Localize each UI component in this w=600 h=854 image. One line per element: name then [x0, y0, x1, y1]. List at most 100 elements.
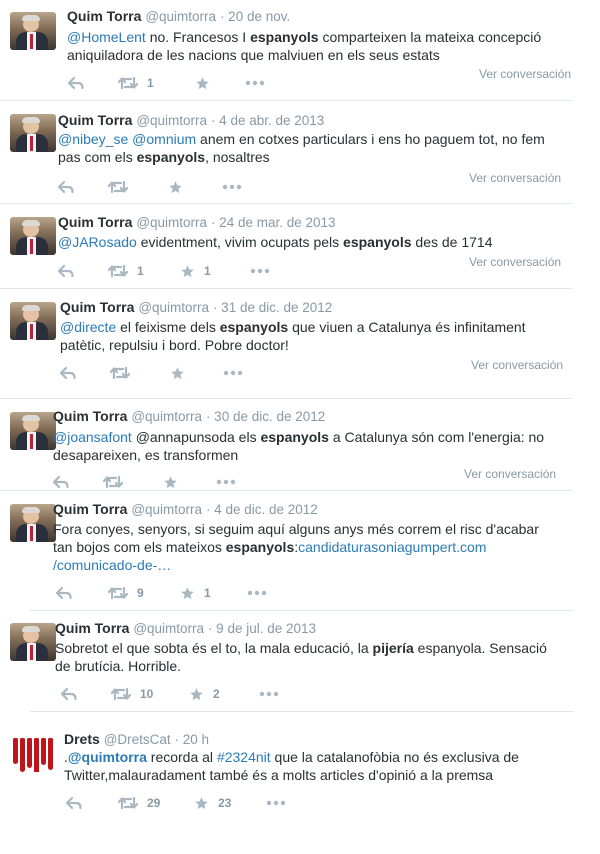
author-handle[interactable]: @quimtorra	[131, 502, 202, 517]
more-button[interactable]	[216, 473, 236, 491]
author-name[interactable]: Quim Torra	[60, 299, 134, 315]
avatar[interactable]	[10, 734, 56, 772]
retweet-button[interactable]	[110, 364, 139, 382]
avatar[interactable]	[10, 12, 56, 50]
star-icon	[163, 475, 178, 490]
author-name[interactable]: Quim Torra	[55, 620, 129, 636]
reply-button[interactable]	[68, 74, 84, 92]
author-handle[interactable]: @quimtorra	[136, 113, 207, 128]
tweet-link[interactable]: #2324nit	[217, 749, 271, 765]
favorite-button[interactable]	[163, 473, 187, 491]
avatar[interactable]	[10, 412, 56, 450]
tweet-text: @joansafont @annapunsoda els espanyols a…	[53, 428, 553, 464]
reply-button[interactable]	[60, 364, 76, 382]
author-handle[interactable]: @quimtorra	[133, 621, 204, 636]
reply-button[interactable]	[53, 473, 69, 491]
retweet-button[interactable]: 9	[108, 584, 144, 602]
author-name[interactable]: Quim Torra	[67, 8, 141, 24]
retweet-button[interactable]: 1	[118, 74, 154, 92]
retweet-button[interactable]: 29	[118, 794, 160, 812]
tweet-date[interactable]: · 20 de nov.	[220, 9, 290, 24]
text-segment: des de 1714	[411, 234, 493, 250]
tweet-date[interactable]: · 31 de dic. de 2012	[213, 300, 332, 315]
author-handle[interactable]: @quimtorra	[145, 9, 216, 24]
star-icon	[194, 796, 209, 811]
author-name[interactable]: Drets	[64, 731, 100, 747]
avatar[interactable]	[10, 623, 56, 661]
tweet-link[interactable]: @nibey_se	[58, 131, 128, 147]
author-handle[interactable]: @DretsCat	[104, 732, 171, 747]
retweet-icon	[108, 180, 128, 194]
more-button[interactable]	[250, 262, 270, 280]
more-button[interactable]	[223, 364, 243, 382]
view-conversation-link[interactable]: Ver conversación	[471, 358, 563, 372]
author-name[interactable]: Quim Torra	[53, 408, 127, 424]
retweet-button[interactable]: 1	[108, 262, 144, 280]
retweet-button[interactable]	[108, 178, 137, 196]
tweet-header: Quim Torra @quimtorra · 24 de mar. de 20…	[58, 214, 336, 230]
more-button[interactable]	[259, 685, 279, 703]
text-segment: no. Francesos I	[145, 29, 251, 45]
tweet-date[interactable]: · 30 de dic. de 2012	[206, 409, 325, 424]
more-dots-icon	[216, 479, 236, 485]
tweet-header: Quim Torra @quimtorra · 30 de dic. de 20…	[53, 408, 325, 424]
tweet-date[interactable]: · 20 h	[175, 732, 210, 747]
tweet-date[interactable]: · 4 de dic. de 2012	[206, 502, 318, 517]
author-handle[interactable]: @quimtorra	[136, 215, 207, 230]
retweet-button[interactable]	[103, 473, 132, 491]
favorite-button[interactable]	[195, 74, 219, 92]
favorite-button[interactable]: 1	[180, 584, 211, 602]
view-conversation-link[interactable]: Ver conversación	[469, 171, 561, 185]
tweet-header: Quim Torra @quimtorra · 4 de abr. de 201…	[58, 112, 324, 128]
view-conversation-link[interactable]: Ver conversación	[464, 467, 556, 481]
reply-icon	[68, 76, 84, 90]
retweet-count: 29	[147, 796, 161, 810]
tweet-divider	[0, 398, 572, 399]
more-button[interactable]	[222, 178, 242, 196]
tweet-date[interactable]: · 9 de jul. de 2013	[208, 621, 316, 636]
author-handle[interactable]: @quimtorra	[131, 409, 202, 424]
more-button[interactable]	[266, 794, 286, 812]
reply-button[interactable]	[56, 584, 72, 602]
reply-button[interactable]	[58, 178, 74, 196]
tweet-link[interactable]: @directe	[60, 319, 116, 335]
favorite-button[interactable]: 23	[194, 794, 231, 812]
reply-icon	[60, 366, 76, 380]
avatar-hair	[22, 415, 40, 421]
reply-button[interactable]	[58, 262, 74, 280]
more-dots-icon	[222, 184, 242, 190]
reply-button[interactable]	[66, 794, 82, 812]
logo-drip	[27, 738, 32, 768]
favorite-button[interactable]	[168, 178, 192, 196]
tweet-header: Drets @DretsCat · 20 h	[64, 731, 209, 747]
tweet-link[interactable]: @JARosado	[58, 234, 137, 250]
more-button[interactable]	[245, 74, 265, 92]
tweet-mention[interactable]: @quimtorra	[68, 749, 147, 765]
author-name[interactable]: Quim Torra	[58, 214, 132, 230]
tweet-actions: 29 23	[0, 794, 600, 812]
tweet-link[interactable]: @joansafont	[53, 429, 132, 445]
star-icon	[189, 687, 204, 702]
author-handle[interactable]: @quimtorra	[138, 300, 209, 315]
avatar[interactable]	[10, 302, 56, 340]
avatar[interactable]	[10, 114, 56, 152]
author-name[interactable]: Quim Torra	[58, 112, 132, 128]
tweet-text: @JARosado evidentment, vivim ocupats pel…	[58, 233, 558, 251]
favorite-button[interactable]: 1	[180, 262, 211, 280]
view-conversation-link[interactable]: Ver conversación	[469, 255, 561, 269]
favorite-button[interactable]	[170, 364, 194, 382]
tweet-link[interactable]: @omnium	[132, 131, 196, 147]
tweet-date[interactable]: · 24 de mar. de 2013	[211, 215, 336, 230]
reply-button[interactable]	[61, 685, 77, 703]
favorite-count: 1	[204, 264, 211, 278]
reply-icon	[66, 796, 82, 810]
view-conversation-link[interactable]: Ver conversación	[479, 67, 571, 81]
retweet-button[interactable]: 10	[111, 685, 153, 703]
avatar[interactable]	[10, 217, 56, 255]
author-name[interactable]: Quim Torra	[53, 501, 127, 517]
tweet-date[interactable]: · 4 de abr. de 2013	[211, 113, 324, 128]
tweet-link[interactable]: @HomeLent	[67, 29, 146, 45]
favorite-button[interactable]: 2	[189, 685, 220, 703]
more-button[interactable]	[247, 584, 267, 602]
avatar[interactable]	[10, 504, 56, 542]
